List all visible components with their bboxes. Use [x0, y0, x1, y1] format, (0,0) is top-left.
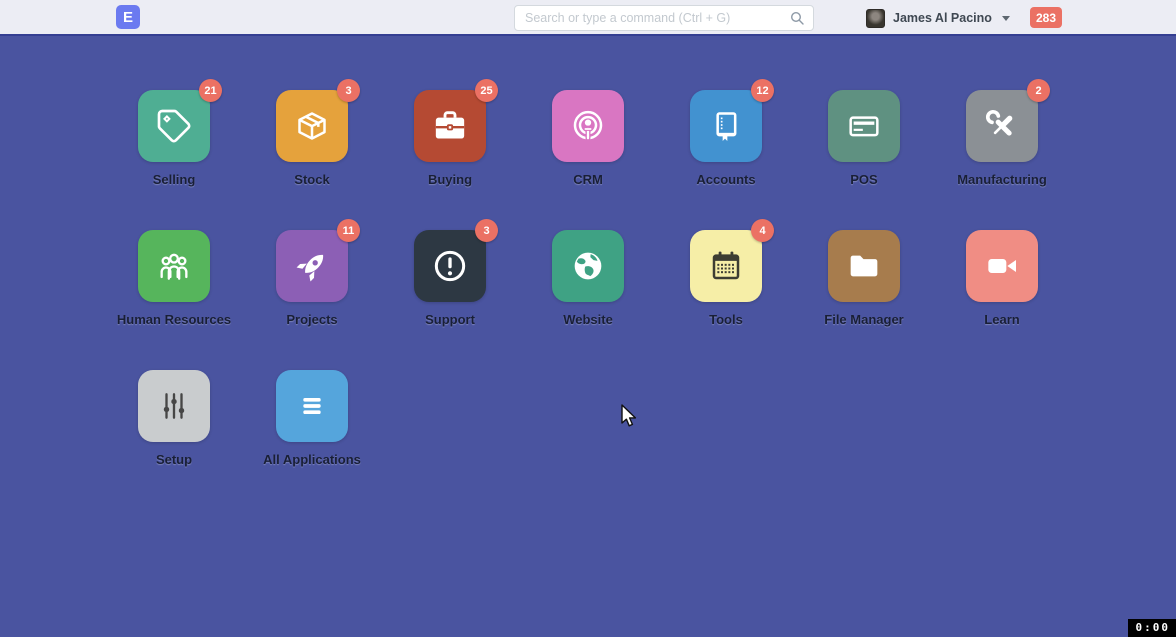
calendar-icon: [706, 246, 746, 286]
user-menu[interactable]: James Al Pacino: [866, 0, 1010, 36]
desk-home: E James Al Pacino 283 21 Selling: [0, 0, 1176, 637]
app-tile[interactable]: 25: [414, 90, 486, 162]
app-shortcut-all-applications[interactable]: All Applications: [243, 370, 381, 510]
menu-icon: [292, 386, 332, 426]
box-icon: [292, 106, 332, 146]
app-label: Projects: [286, 312, 337, 327]
chevron-down-icon: [1002, 16, 1010, 21]
app-tile[interactable]: [966, 230, 1038, 302]
app-label: Accounts: [696, 172, 755, 187]
app-shortcut-accounts[interactable]: 12 Accounts: [657, 90, 795, 230]
app-shortcut-manufacturing[interactable]: 2 Manufacturing: [933, 90, 1071, 230]
video-icon: [982, 246, 1022, 286]
app-tile[interactable]: [276, 370, 348, 442]
app-tile[interactable]: [552, 90, 624, 162]
app-count-badge: 3: [475, 219, 498, 242]
app-label: Selling: [153, 172, 196, 187]
search-icon[interactable]: [789, 10, 805, 26]
app-label: Human Resources: [117, 312, 231, 327]
app-label: CRM: [573, 172, 603, 187]
app-tile[interactable]: [552, 230, 624, 302]
podcast-icon: [568, 106, 608, 146]
app-count-badge: 4: [751, 219, 774, 242]
app-shortcut-support[interactable]: 3 Support: [381, 230, 519, 370]
credit-card-icon: [844, 106, 884, 146]
app-tile[interactable]: [828, 230, 900, 302]
app-tile[interactable]: 11: [276, 230, 348, 302]
app-shortcut-buying[interactable]: 25 Buying: [381, 90, 519, 230]
app-shortcut-learn[interactable]: Learn: [933, 230, 1071, 370]
folder-icon: [844, 246, 884, 286]
app-label: Setup: [156, 452, 192, 467]
recording-timer: 0:00: [1128, 619, 1176, 637]
app-label: File Manager: [824, 312, 903, 327]
app-shortcut-crm[interactable]: CRM: [519, 90, 657, 230]
app-count-badge: 3: [337, 79, 360, 102]
app-shortcut-file-manager[interactable]: File Manager: [795, 230, 933, 370]
app-grid: 21 Selling 3 Stock 25 Buying CRM: [105, 90, 1071, 510]
app-label: Learn: [984, 312, 1019, 327]
app-tile[interactable]: 4: [690, 230, 762, 302]
app-label: All Applications: [263, 452, 361, 467]
alert-circle-icon: [430, 246, 470, 286]
app-shortcut-website[interactable]: Website: [519, 230, 657, 370]
rocket-icon: [292, 246, 332, 286]
briefcase-icon: [430, 106, 470, 146]
app-label: Stock: [294, 172, 329, 187]
app-tile[interactable]: 3: [276, 90, 348, 162]
app-tile[interactable]: 12: [690, 90, 762, 162]
app-count-badge: 11: [337, 219, 360, 242]
wrench-icon: [982, 106, 1022, 146]
app-shortcut-stock[interactable]: 3 Stock: [243, 90, 381, 230]
app-label: Support: [425, 312, 475, 327]
app-shortcut-tools[interactable]: 4 Tools: [657, 230, 795, 370]
app-label: Tools: [709, 312, 743, 327]
app-shortcut-pos[interactable]: POS: [795, 90, 933, 230]
search-bar: [514, 5, 814, 31]
sliders-icon: [154, 386, 194, 426]
tag-icon: [154, 106, 194, 146]
app-tile[interactable]: [138, 230, 210, 302]
notification-badge[interactable]: 283: [1030, 7, 1062, 28]
app-count-badge: 12: [751, 79, 774, 102]
app-shortcut-selling[interactable]: 21 Selling: [105, 90, 243, 230]
app-label: POS: [850, 172, 877, 187]
app-shortcut-setup[interactable]: Setup: [105, 370, 243, 510]
avatar: [866, 9, 885, 28]
app-label: Website: [563, 312, 613, 327]
app-tile[interactable]: 3: [414, 230, 486, 302]
app-tile[interactable]: 21: [138, 90, 210, 162]
app-count-badge: 2: [1027, 79, 1050, 102]
app-label: Buying: [428, 172, 472, 187]
search-input[interactable]: [515, 11, 789, 25]
people-icon: [154, 246, 194, 286]
topbar: E James Al Pacino 283: [0, 0, 1176, 36]
app-tile[interactable]: [138, 370, 210, 442]
app-tile[interactable]: 2: [966, 90, 1038, 162]
app-count-badge: 21: [199, 79, 222, 102]
globe-icon: [568, 246, 608, 286]
app-label: Manufacturing: [957, 172, 1047, 187]
app-shortcut-human-resources[interactable]: Human Resources: [105, 230, 243, 370]
app-count-badge: 25: [475, 79, 498, 102]
book-icon: [706, 106, 746, 146]
app-tile[interactable]: [828, 90, 900, 162]
app-shortcut-projects[interactable]: 11 Projects: [243, 230, 381, 370]
user-name: James Al Pacino: [893, 11, 992, 25]
app-logo[interactable]: E: [116, 5, 140, 29]
